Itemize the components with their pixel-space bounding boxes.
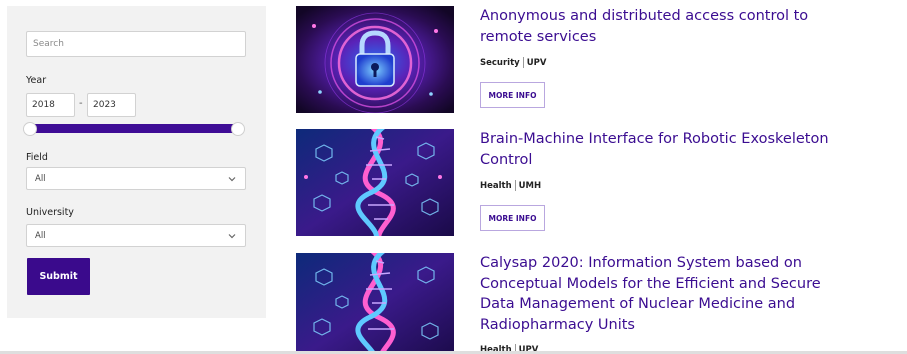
university-label: University: [26, 207, 74, 218]
result-tags: Security UPV: [480, 57, 546, 68]
university-select[interactable]: All: [26, 224, 246, 247]
result-tags: Health UMH: [480, 180, 541, 191]
field-select-value: All: [35, 173, 46, 184]
chevron-down-icon: [228, 176, 236, 181]
university-select-value: All: [35, 230, 46, 241]
year-from-input[interactable]: 2018: [26, 93, 75, 117]
result-card: Calysap 2020: Information System based o…: [296, 253, 896, 354]
tag-divider: [522, 57, 524, 68]
year-separator: -: [79, 98, 83, 109]
chevron-down-icon: [228, 233, 236, 238]
field-tag: Health: [480, 180, 512, 191]
slider-handle-start[interactable]: [23, 122, 37, 136]
submit-button[interactable]: Submit: [27, 258, 90, 295]
field-tag: Security: [480, 57, 520, 68]
result-title[interactable]: Anonymous and distributed access control…: [480, 6, 840, 47]
result-title[interactable]: Brain-Machine Interface for Robotic Exos…: [480, 129, 840, 170]
padlock-image[interactable]: [296, 6, 454, 113]
result-card: Anonymous and distributed access control…: [296, 6, 896, 116]
university-tag: UMH: [518, 180, 542, 191]
filter-sidebar: Year 2018 - 2023 Field All University Al…: [7, 6, 266, 318]
field-label: Field: [26, 152, 48, 163]
year-range-slider[interactable]: [30, 124, 238, 133]
slider-handle-end[interactable]: [231, 122, 245, 136]
more-info-button[interactable]: MORE INFO: [480, 205, 545, 231]
year-label: Year: [26, 75, 47, 86]
tag-divider: [514, 180, 516, 191]
dna-image[interactable]: [296, 129, 454, 236]
field-select[interactable]: All: [26, 167, 246, 190]
search-input[interactable]: [26, 31, 246, 57]
more-info-button[interactable]: MORE INFO: [480, 82, 545, 108]
year-to-input[interactable]: 2023: [87, 93, 136, 117]
result-title[interactable]: Calysap 2020: Information System based o…: [480, 253, 840, 335]
dna-image[interactable]: [296, 253, 454, 354]
result-card: Brain-Machine Interface for Robotic Exos…: [296, 129, 896, 239]
university-tag: UPV: [526, 57, 547, 68]
